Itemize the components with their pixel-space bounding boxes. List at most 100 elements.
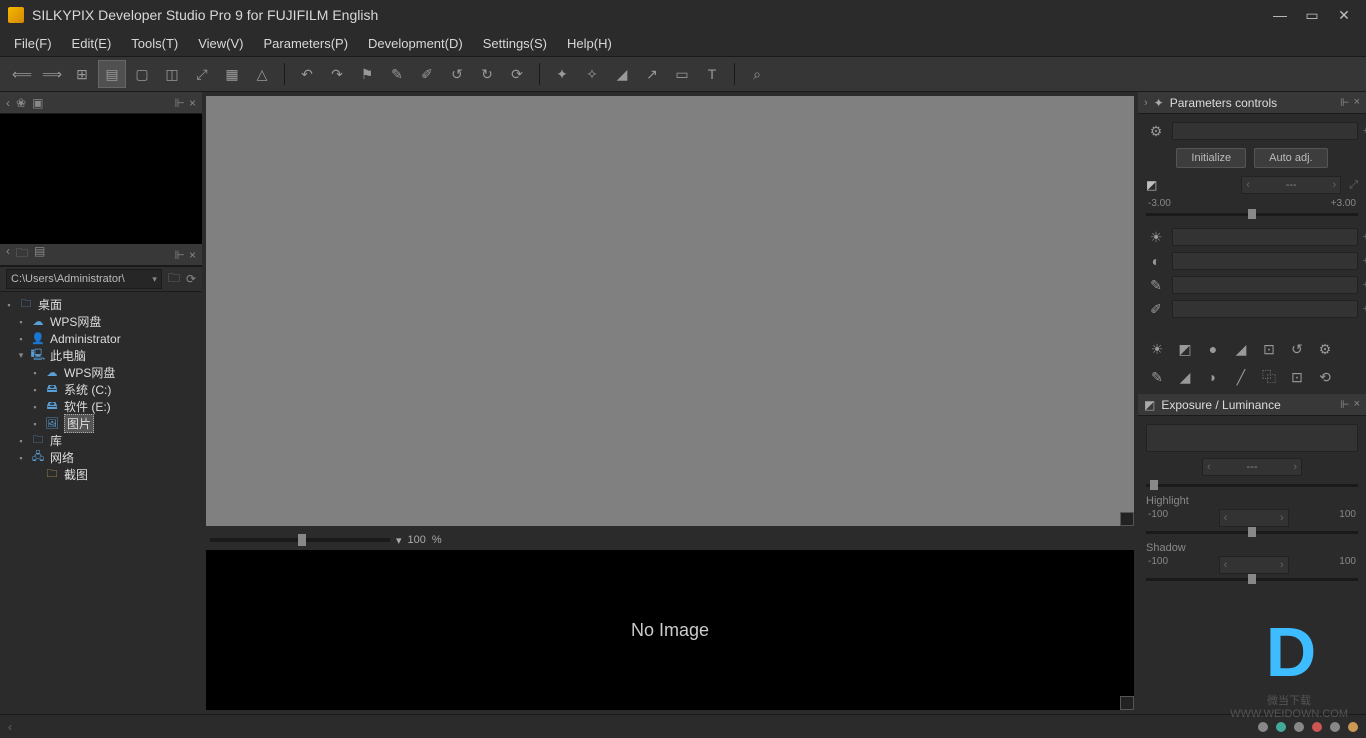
menu-tools[interactable]: Tools(T)	[123, 32, 186, 55]
tool-search-icon[interactable]: ⌕	[743, 60, 771, 88]
folder-up-icon[interactable]: 🗀	[168, 269, 180, 290]
menu-file[interactable]: File(F)	[6, 32, 60, 55]
minimize-button[interactable]: —	[1266, 5, 1294, 25]
tool-next-icon[interactable]: ⟹	[38, 60, 66, 88]
tool-brush-icon[interactable]: ✎	[383, 60, 411, 88]
tree-admin[interactable]: ▪👤Administrator	[2, 330, 200, 347]
tool-wand-icon[interactable]: ✦	[548, 60, 576, 88]
tool-crop2-icon[interactable]: ⊡	[1286, 366, 1308, 388]
preset-field[interactable]	[1172, 122, 1358, 140]
tool-single-icon[interactable]: ▢	[128, 60, 156, 88]
tool-fullscreen-icon[interactable]: ⤢	[188, 60, 216, 88]
menu-parameters[interactable]: Parameters(P)	[256, 32, 357, 55]
close-panel-icon[interactable]: ×	[1354, 96, 1360, 109]
tree-desktop[interactable]: ▪🗀桌面	[2, 296, 200, 313]
luminance-spinner[interactable]: ---	[1202, 458, 1302, 476]
tool-rotate2-icon[interactable]: ⟲	[1314, 366, 1336, 388]
tool-screen-icon[interactable]: ▭	[668, 60, 696, 88]
brightness-field[interactable]	[1172, 228, 1358, 246]
tool-split-icon[interactable]: ◫	[158, 60, 186, 88]
gear-icon[interactable]: ⚙	[1146, 123, 1166, 140]
tool-rotate-ccw-icon[interactable]: ↺	[443, 60, 471, 88]
collapse-icon[interactable]: ⊩	[175, 248, 185, 262]
chevron-left-icon[interactable]: ‹	[6, 244, 10, 265]
tree-softe[interactable]: ▪🖴软件 (E:)	[2, 398, 200, 415]
collapse-icon[interactable]: ⊩	[1340, 96, 1350, 109]
tool-flag-icon[interactable]: ⚑	[353, 60, 381, 88]
brightness-icon[interactable]: ☀	[1146, 229, 1166, 246]
tree-pictures[interactable]: ▪🖼图片	[2, 415, 200, 432]
camera-icon[interactable]: ▣	[32, 96, 43, 110]
tool-redo-icon[interactable]: ↷	[323, 60, 351, 88]
tool-circle-icon[interactable]: ●	[1202, 338, 1224, 360]
tool-thumbnail-icon[interactable]: ▤	[98, 60, 126, 88]
tool-sparkle-icon[interactable]: ✧	[578, 60, 606, 88]
menu-development[interactable]: Development(D)	[360, 32, 471, 55]
close-panel-icon[interactable]: ×	[189, 248, 196, 262]
tool-warning-icon[interactable]: △	[248, 60, 276, 88]
tool-eraser-icon[interactable]: ✐	[413, 60, 441, 88]
refresh-icon[interactable]: ⟳	[186, 272, 196, 286]
shadow-spinner[interactable]	[1219, 556, 1289, 574]
menu-edit[interactable]: Edit(E)	[64, 32, 120, 55]
initialize-button[interactable]: Initialize	[1176, 148, 1246, 168]
tool-gear2-icon[interactable]: ⚙	[1314, 338, 1336, 360]
maximize-button[interactable]: ▭	[1298, 5, 1326, 25]
close-panel-icon[interactable]: ×	[1354, 398, 1360, 411]
collapse-icon[interactable]: ⊩	[175, 96, 185, 110]
menu-view[interactable]: View(V)	[190, 32, 251, 55]
tool-export-icon[interactable]: ↗	[638, 60, 666, 88]
tool-grid4-icon[interactable]: ⊞	[68, 60, 96, 88]
palette-icon[interactable]: ❀	[16, 96, 26, 110]
contrast-field[interactable]	[1172, 252, 1358, 270]
tool-sun-icon[interactable]: ☀	[1146, 338, 1168, 360]
menu-settings[interactable]: Settings(S)	[475, 32, 555, 55]
canvas-area[interactable]	[206, 96, 1134, 526]
tool-highlight-icon[interactable]: ◢	[1230, 338, 1252, 360]
color-icon[interactable]: ✎	[1146, 277, 1166, 294]
zoom-dropdown-icon[interactable]: ▾	[396, 534, 402, 547]
auto-adj-button[interactable]: Auto adj.	[1254, 148, 1327, 168]
tool-tone-icon[interactable]: ◩	[1174, 338, 1196, 360]
exposure-icon[interactable]: ◩	[1146, 178, 1157, 192]
highlight-spinner[interactable]	[1219, 509, 1289, 527]
close-panel-icon[interactable]: ×	[189, 96, 196, 110]
tree-library[interactable]: ▪🗀库	[2, 432, 200, 449]
tree-thispc[interactable]: ▾🖳此电脑	[2, 347, 200, 364]
tool-undo-icon[interactable]: ↶	[293, 60, 321, 88]
expand-icon[interactable]: ⤢	[1349, 179, 1358, 192]
tool-prev-icon[interactable]: ⟸	[8, 60, 36, 88]
saturation-icon[interactable]: ✐	[1146, 301, 1166, 318]
tool-line-icon[interactable]: ╱	[1230, 366, 1252, 388]
resize-handle-icon[interactable]	[1120, 696, 1134, 710]
tool-text-icon[interactable]: T	[698, 60, 726, 88]
tool-grid-icon[interactable]: ▦	[218, 60, 246, 88]
zoom-slider[interactable]	[210, 538, 390, 542]
chevron-left-icon[interactable]: ‹	[6, 96, 10, 110]
shadow-slider[interactable]	[1146, 578, 1358, 581]
tool-sharpen-icon[interactable]: ◢	[1174, 366, 1196, 388]
chat-icon[interactable]: ▤	[34, 244, 45, 265]
folder-open-icon[interactable]: 🗀	[16, 244, 28, 265]
tree-sysc[interactable]: ▪🖴系统 (C:)	[2, 381, 200, 398]
exposure-spinner[interactable]: ---	[1241, 176, 1341, 194]
tool-brush2-icon[interactable]: ✎	[1146, 366, 1168, 388]
tool-reset-icon[interactable]: ↺	[1286, 338, 1308, 360]
luminance-slider[interactable]	[1146, 484, 1358, 487]
saturation-field[interactable]	[1172, 300, 1358, 318]
collapse-icon[interactable]: ⊩	[1340, 398, 1350, 411]
tool-copy-icon[interactable]: ⿻	[1258, 366, 1280, 388]
tree-network[interactable]: ▪🖧网络	[2, 449, 200, 466]
tool-rotate-cw-icon[interactable]: ↻	[473, 60, 501, 88]
tree-wps2[interactable]: ▪☁WPS网盘	[2, 364, 200, 381]
close-button[interactable]: ✕	[1330, 5, 1358, 25]
highlight-slider[interactable]	[1146, 531, 1358, 534]
tree-screenshot[interactable]: 🗀截图	[2, 466, 200, 483]
resize-handle-icon[interactable]	[1120, 512, 1134, 526]
color-field[interactable]	[1172, 276, 1358, 294]
tool-crop-icon[interactable]: ⊡	[1258, 338, 1280, 360]
tool-fish-icon[interactable]: ◗	[1202, 366, 1224, 388]
exposure-slider[interactable]	[1146, 213, 1358, 216]
menu-help[interactable]: Help(H)	[559, 32, 620, 55]
tree-wps1[interactable]: ▪☁WPS网盘	[2, 313, 200, 330]
